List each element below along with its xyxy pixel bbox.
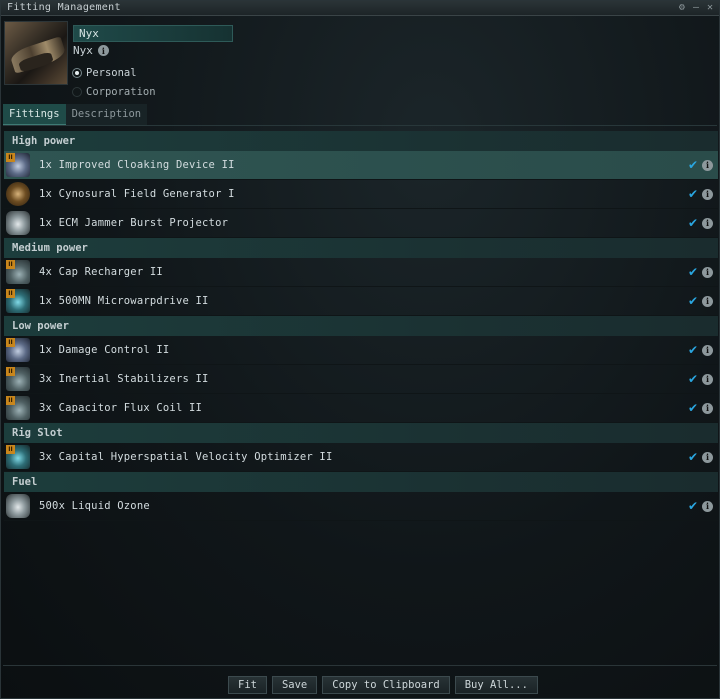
ship-type-row: Nyx i bbox=[73, 44, 109, 57]
cap-recharger-icon bbox=[6, 260, 30, 284]
module-label: 3x Capital Hyperspatial Velocity Optimiz… bbox=[39, 451, 333, 463]
module-row[interactable]: 3x Capacitor Flux Coil II ✔ i bbox=[4, 394, 718, 423]
checkmark-icon: ✔ bbox=[687, 401, 698, 415]
liquid-ozone-icon bbox=[6, 494, 30, 518]
module-label: 500x Liquid Ozone bbox=[39, 500, 150, 512]
inertial-stabilizer-icon bbox=[6, 367, 30, 391]
title-bar[interactable]: Fitting Management ⚙ – ✕ bbox=[1, 1, 719, 16]
checkmark-icon: ✔ bbox=[687, 499, 698, 513]
button-bar: Fit Save Copy to Clipboard Buy All... bbox=[228, 676, 538, 694]
module-label: 1x Cynosural Field Generator I bbox=[39, 188, 235, 200]
module-label: 1x Improved Cloaking Device II bbox=[39, 159, 235, 171]
ecm-burst-icon bbox=[6, 211, 30, 235]
module-label: 3x Inertial Stabilizers II bbox=[39, 373, 209, 385]
module-label: 1x Damage Control II bbox=[39, 344, 170, 356]
microwarpdrive-icon bbox=[6, 289, 30, 313]
section-header: Low power bbox=[4, 316, 718, 336]
checkmark-icon: ✔ bbox=[687, 187, 698, 201]
cyno-icon bbox=[6, 182, 30, 206]
info-icon[interactable]: i bbox=[702, 217, 713, 229]
section-header: Rig Slot bbox=[4, 423, 718, 443]
ship-type-label: Nyx bbox=[73, 44, 93, 57]
info-icon[interactable]: i bbox=[702, 500, 713, 512]
info-icon[interactable]: i bbox=[702, 344, 713, 356]
close-icon[interactable]: ✕ bbox=[707, 2, 713, 13]
section-header: High power bbox=[4, 131, 718, 151]
module-list: High power1x Improved Cloaking Device II… bbox=[4, 131, 718, 521]
module-row[interactable]: 1x Damage Control II ✔ i bbox=[4, 336, 718, 365]
info-icon[interactable]: i bbox=[702, 402, 713, 414]
module-row[interactable]: 1x Cynosural Field Generator I ✔ i bbox=[4, 180, 718, 209]
tab-fittings[interactable]: Fittings bbox=[3, 104, 66, 125]
checkmark-icon: ✔ bbox=[687, 343, 698, 357]
checkmark-icon: ✔ bbox=[687, 216, 698, 230]
copy-to-clipboard-button[interactable]: Copy to Clipboard bbox=[322, 676, 450, 694]
radio-personal[interactable]: Personal bbox=[72, 67, 137, 79]
section-header: Fuel bbox=[4, 472, 718, 492]
info-icon[interactable]: i bbox=[702, 373, 713, 385]
fitting-management-window: Fitting Management ⚙ – ✕ Nyx Nyx i Perso… bbox=[0, 0, 720, 699]
info-icon[interactable]: i bbox=[702, 188, 713, 200]
module-label: 1x 500MN Microwarpdrive II bbox=[39, 295, 209, 307]
module-row[interactable]: 1x ECM Jammer Burst Projector ✔ i bbox=[4, 209, 718, 238]
rig-icon bbox=[6, 445, 30, 469]
tab-divider bbox=[3, 125, 717, 126]
fitting-name-input[interactable]: Nyx bbox=[73, 25, 233, 42]
flux-coil-icon bbox=[6, 396, 30, 420]
module-row[interactable]: 1x 500MN Microwarpdrive II ✔ i bbox=[4, 287, 718, 316]
info-icon[interactable]: i bbox=[702, 266, 713, 278]
radio-corporation-label: Corporation bbox=[86, 86, 156, 98]
module-row[interactable]: 3x Inertial Stabilizers II ✔ i bbox=[4, 365, 718, 394]
module-row[interactable]: 4x Cap Recharger II ✔ i bbox=[4, 258, 718, 287]
info-icon[interactable]: i bbox=[97, 45, 109, 56]
section-header: Medium power bbox=[4, 238, 718, 258]
window-title: Fitting Management bbox=[7, 2, 121, 13]
checkmark-icon: ✔ bbox=[687, 294, 698, 308]
checkmark-icon: ✔ bbox=[687, 265, 698, 279]
ship-thumbnail[interactable] bbox=[4, 21, 68, 85]
module-label: 3x Capacitor Flux Coil II bbox=[39, 402, 203, 414]
info-icon[interactable]: i bbox=[702, 159, 713, 171]
minimize-icon[interactable]: – bbox=[693, 2, 699, 13]
module-row[interactable]: 500x Liquid Ozone ✔ i bbox=[4, 492, 718, 521]
radio-unselected-icon[interactable] bbox=[72, 87, 82, 97]
radio-personal-label: Personal bbox=[86, 67, 137, 79]
module-row[interactable]: 3x Capital Hyperspatial Velocity Optimiz… bbox=[4, 443, 718, 472]
buy-all-button[interactable]: Buy All... bbox=[454, 676, 538, 694]
info-icon[interactable]: i bbox=[702, 451, 713, 463]
module-row[interactable]: 1x Improved Cloaking Device II ✔ i bbox=[4, 151, 718, 180]
gear-icon[interactable]: ⚙ bbox=[679, 2, 685, 13]
tab-bar: Fittings Description bbox=[3, 104, 148, 125]
cloak-icon bbox=[6, 153, 30, 177]
tab-description[interactable]: Description bbox=[65, 104, 148, 125]
save-button[interactable]: Save bbox=[271, 676, 318, 694]
checkmark-icon: ✔ bbox=[687, 372, 698, 386]
damage-control-icon bbox=[6, 338, 30, 362]
checkmark-icon: ✔ bbox=[687, 450, 698, 464]
module-label: 4x Cap Recharger II bbox=[39, 266, 163, 278]
footer-divider bbox=[3, 665, 717, 666]
radio-selected-icon[interactable] bbox=[72, 68, 82, 78]
module-label: 1x ECM Jammer Burst Projector bbox=[39, 217, 229, 229]
checkmark-icon: ✔ bbox=[687, 158, 698, 172]
info-icon[interactable]: i bbox=[702, 295, 713, 307]
fit-button[interactable]: Fit bbox=[228, 676, 267, 694]
radio-corporation[interactable]: Corporation bbox=[72, 86, 156, 98]
